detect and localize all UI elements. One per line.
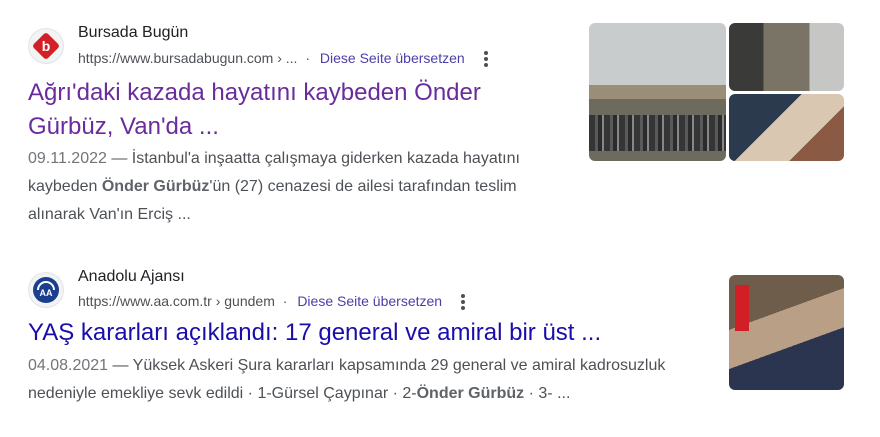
thumbnail-burial[interactable] — [729, 23, 844, 91]
result-date: 09.11.2022 — [28, 150, 107, 167]
thumbnail-portrait[interactable] — [729, 94, 844, 161]
result-title[interactable]: YAŞ kararları açıklandı: 17 general ve a… — [28, 316, 668, 350]
result-url[interactable]: https://www.bursadabugun.com › ... — [78, 50, 297, 66]
result-title[interactable]: Ağrı'daki kazada hayatını kaybeden Önder… — [28, 76, 548, 144]
result-date: 04.08.2021 — [28, 357, 109, 374]
site-name[interactable]: Anadolu Ajansı — [78, 268, 185, 286]
translate-link[interactable]: Diese Seite übersetzen — [320, 50, 465, 66]
more-options-icon[interactable] — [479, 50, 493, 68]
result-title-line1[interactable]: Ağrı'daki kazada hayatını kaybeden Önder — [28, 79, 481, 106]
site-name[interactable]: Bursada Bugün — [78, 24, 188, 42]
result-url[interactable]: https://www.aa.com.tr › gundem — [78, 293, 275, 309]
snippet-text-b: · 3- ... — [524, 385, 571, 402]
result-url-line: https://www.bursadabugun.com › ... · Die… — [78, 50, 493, 68]
anadolu-ajansi-logo-icon[interactable]: AA — [28, 272, 64, 308]
bursada-bugun-logo-icon[interactable]: b — [28, 28, 64, 64]
thumbnail-funeral-crowd[interactable] — [589, 23, 726, 161]
result-image-grid — [589, 23, 845, 161]
result-snippet: 09.11.2022 — İstanbul'a inşaatta çalışma… — [28, 145, 548, 229]
translate-link[interactable]: Diese Seite übersetzen — [297, 293, 442, 309]
result-snippet: 04.08.2021 — Yüksek Askeri Şura kararlar… — [28, 352, 718, 408]
snippet-highlight: Önder Gürbüz — [101, 178, 210, 195]
separator: · — [305, 50, 311, 66]
thumbnail-ceremony[interactable] — [729, 275, 844, 390]
result-title-line2[interactable]: Gürbüz, Van'da ... — [28, 113, 219, 140]
result-url-line: https://www.aa.com.tr › gundem · Diese S… — [78, 293, 470, 311]
snippet-highlight: Önder Gürbüz — [416, 385, 525, 402]
svg-text:AA: AA — [40, 288, 53, 298]
more-options-icon[interactable] — [456, 293, 470, 311]
separator: · — [282, 293, 288, 309]
svg-text:b: b — [42, 38, 51, 54]
